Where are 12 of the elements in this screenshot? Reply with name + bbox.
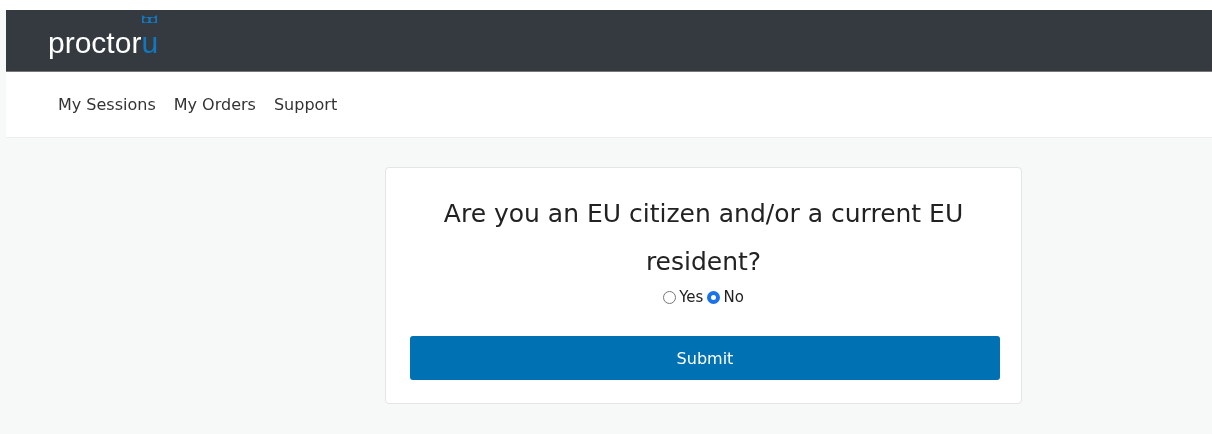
owl-eyes-icon (141, 15, 159, 25)
logo-accent: u (141, 28, 159, 58)
submit-button[interactable]: Submit (410, 336, 1000, 380)
nav-link[interactable]: My Orders (173, 95, 256, 114)
logo-text: proctor (48, 28, 142, 58)
question-heading: Are you an EU citizen and/or a current EU resident? (442, 198, 965, 278)
nav-link[interactable]: My Sessions (58, 95, 156, 114)
radio-label: No (723, 288, 744, 306)
radio-button[interactable] (707, 290, 721, 304)
nav-link[interactable]: Support (273, 95, 338, 114)
radio-label: Yes (679, 288, 704, 306)
radio-button[interactable] (663, 290, 677, 304)
